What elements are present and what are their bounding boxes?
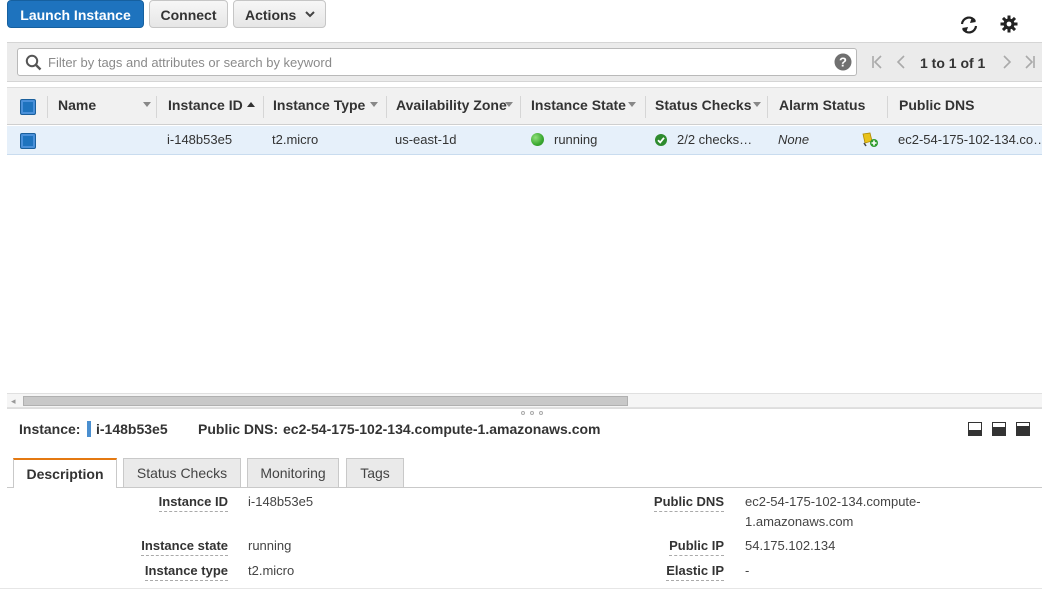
label-elastic-ip: Elastic IP <box>666 563 724 581</box>
value-instance-id: i-148b53e5 <box>248 494 314 509</box>
column-header-status-checks[interactable]: Status Checks <box>655 88 751 125</box>
tab-description[interactable]: Description <box>13 458 117 488</box>
cell-public-dns: ec2-54-175-102-134.co… <box>898 132 1042 147</box>
table-header: Name Instance ID Instance Type Availabil… <box>7 87 1042 125</box>
cell-instance-type: t2.micro <box>272 132 319 147</box>
layout-full-icon[interactable] <box>1016 422 1030 436</box>
panel-divider <box>7 408 1042 409</box>
instance-color-marker <box>87 421 91 437</box>
tab-tags[interactable]: Tags <box>346 458 404 487</box>
column-header-public-dns[interactable]: Public DNS <box>899 88 974 125</box>
column-header-alarm-status[interactable]: Alarm Status <box>779 88 865 125</box>
tab-monitoring[interactable]: Monitoring <box>247 458 339 487</box>
value-public-dns-line2: 1.amazonaws.com <box>745 514 854 529</box>
cell-availability-zone: us-east-1d <box>395 132 457 147</box>
value-public-ip: 54.175.102.134 <box>745 538 836 553</box>
label-instance-id: Instance ID <box>158 494 228 512</box>
svg-text:?: ? <box>839 55 847 70</box>
cell-instance-id: i-148b53e5 <box>167 132 233 147</box>
value-elastic-ip: - <box>745 563 750 578</box>
value-instance-state: running <box>248 538 292 553</box>
chevron-down-icon <box>305 11 315 18</box>
last-page-icon[interactable] <box>1024 55 1036 69</box>
connect-button[interactable]: Connect <box>149 0 228 28</box>
actions-button[interactable]: Actions <box>233 0 326 28</box>
sort-ascending-icon[interactable] <box>246 88 256 125</box>
next-page-icon[interactable] <box>1002 55 1012 69</box>
layout-bottom-icon[interactable] <box>968 422 982 436</box>
label-public-dns: Public DNS <box>653 494 724 512</box>
layout-half-icon[interactable] <box>992 422 1006 436</box>
launch-instance-button[interactable]: Launch Instance <box>7 0 144 28</box>
check-passed-icon <box>655 134 667 146</box>
scrollbar-thumb[interactable] <box>23 396 628 406</box>
value-public-dns: ec2-54-175-102-134.compute- <box>745 494 921 509</box>
refresh-icon[interactable] <box>958 15 980 35</box>
detail-instance-id: i-148b53e5 <box>96 421 168 437</box>
cell-status-checks[interactable]: 2/2 checks… <box>677 126 752 154</box>
prev-page-icon[interactable] <box>896 55 906 69</box>
column-header-instance-id[interactable]: Instance ID <box>168 88 243 125</box>
label-instance-type: Instance type <box>144 563 228 581</box>
column-header-instance-type[interactable]: Instance Type <box>273 88 365 125</box>
sort-chevron-icon[interactable] <box>752 88 762 125</box>
search-input[interactable]: Filter by tags and attributes or search … <box>17 48 857 76</box>
label-public-ip: Public IP <box>669 538 724 556</box>
sort-chevron-icon[interactable] <box>141 88 151 125</box>
resize-handle-icon[interactable] <box>519 410 547 416</box>
running-status-icon <box>531 133 544 146</box>
search-icon <box>25 54 42 71</box>
table-row[interactable]: i-148b53e5 t2.micro us-east-1d running 2… <box>7 126 1042 155</box>
gear-icon[interactable] <box>1000 15 1018 33</box>
column-header-instance-state[interactable]: Instance State <box>531 88 626 125</box>
value-instance-type: t2.micro <box>248 563 295 578</box>
detail-public-dns: ec2-54-175-102-134.compute-1.amazonaws.c… <box>283 421 601 437</box>
search-placeholder: Filter by tags and attributes or search … <box>48 55 332 70</box>
select-all-checkbox[interactable] <box>20 99 36 115</box>
sort-chevron-icon[interactable] <box>627 88 637 125</box>
pagination-text: 1 to 1 of 1 <box>920 55 986 71</box>
add-alarm-icon[interactable] <box>861 132 879 148</box>
detail-public-dns-label: Public DNS: <box>198 421 279 437</box>
sort-chevron-icon[interactable] <box>369 88 379 125</box>
column-header-name[interactable]: Name <box>58 88 96 125</box>
cell-instance-state: running <box>554 132 598 147</box>
label-instance-state: Instance state <box>141 538 228 556</box>
sort-chevron-icon[interactable] <box>504 88 514 125</box>
scroll-left-arrow-icon[interactable]: ◂ <box>11 396 16 407</box>
actions-label: Actions <box>245 7 297 23</box>
detail-instance-label: Instance: <box>19 421 81 437</box>
row-checkbox[interactable] <box>20 133 36 149</box>
horizontal-scrollbar[interactable]: ◂ <box>7 393 1042 408</box>
question-icon[interactable]: ? <box>834 53 852 71</box>
cell-alarm-status: None <box>778 132 810 147</box>
first-page-icon[interactable] <box>871 55 883 69</box>
filter-bar: Filter by tags and attributes or search … <box>7 42 1042 82</box>
column-header-availability-zone[interactable]: Availability Zone <box>396 88 507 125</box>
tab-status-checks[interactable]: Status Checks <box>123 458 241 487</box>
